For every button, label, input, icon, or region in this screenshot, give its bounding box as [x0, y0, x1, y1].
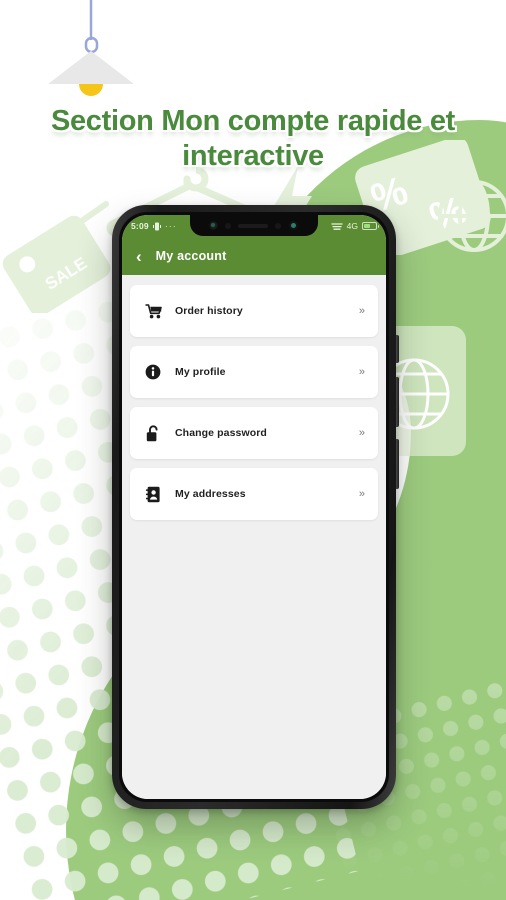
- pendant-lamp-decoration: [48, 0, 134, 96]
- battery-icon: [362, 222, 379, 230]
- chevron-right-icon: »: [358, 427, 365, 439]
- light-sensor-icon: [275, 222, 281, 229]
- status-bar-left: 5:09 ···: [131, 221, 177, 231]
- front-camera-icon: [209, 221, 218, 230]
- status-bar: 5:09 ··· 4G: [122, 215, 386, 237]
- chevron-right-icon: »: [358, 366, 365, 378]
- back-chevron-icon[interactable]: ‹: [136, 248, 142, 265]
- phone-bezel: 5:09 ··· 4G ‹ My account Order history »…: [119, 212, 389, 802]
- status-bar-right: 4G: [331, 221, 379, 231]
- menu-item-order-history[interactable]: Order history »: [130, 285, 378, 337]
- front-camera-icon-2: [288, 220, 299, 231]
- phone-mockup: 5:09 ··· 4G ‹ My account Order history »…: [112, 205, 399, 809]
- phone-notch: [190, 215, 318, 236]
- phone-button-power[interactable]: [396, 439, 399, 489]
- earpiece-speaker: [238, 223, 268, 228]
- network-type-label: 4G: [346, 221, 358, 231]
- app-bar: ‹ My account: [122, 237, 386, 275]
- account-menu-list: Order history » My profile » Change pass…: [122, 275, 386, 799]
- menu-item-my-addresses[interactable]: My addresses »: [130, 468, 378, 520]
- overflow-dots-icon: ···: [164, 221, 177, 231]
- shopping-cart-icon: [143, 303, 163, 319]
- globe-decoration: [438, 180, 506, 252]
- menu-item-my-profile[interactable]: My profile »: [130, 346, 378, 398]
- chevron-right-icon: »: [358, 305, 365, 317]
- info-circle-icon: [143, 364, 163, 380]
- phone-screen: 5:09 ··· 4G ‹ My account Order history »…: [122, 215, 386, 799]
- menu-item-change-password[interactable]: Change password »: [130, 407, 378, 459]
- phone-button-volume[interactable]: [396, 377, 399, 427]
- signal-bars-icon: [331, 222, 343, 230]
- menu-item-label: Change password: [175, 427, 267, 439]
- chevron-right-icon: »: [358, 488, 365, 500]
- app-bar-title: My account: [155, 249, 227, 263]
- status-time: 5:09: [131, 221, 149, 231]
- address-book-icon: [143, 486, 163, 503]
- proximity-sensor-icon: [225, 222, 231, 229]
- vibrate-icon: [152, 222, 161, 230]
- menu-item-label: My profile: [175, 366, 226, 378]
- menu-item-label: My addresses: [175, 488, 246, 500]
- unlock-icon: [143, 424, 163, 442]
- phone-button-silent[interactable]: [396, 335, 399, 363]
- page-title: Section Mon compte rapide et interactive: [50, 105, 456, 173]
- menu-item-label: Order history: [175, 305, 243, 317]
